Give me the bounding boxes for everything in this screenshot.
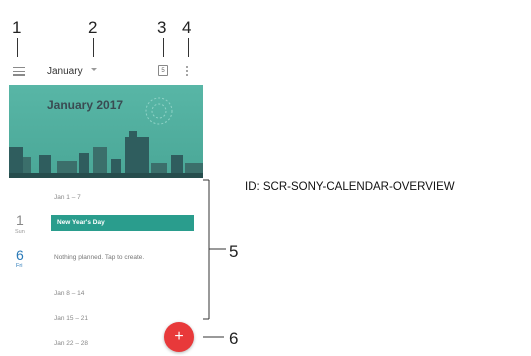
menu-icon[interactable] — [13, 67, 25, 76]
callout-3: 3 — [157, 18, 167, 37]
week-header: Jan 15 – 21 — [54, 315, 88, 322]
callout-4: 4 — [182, 18, 192, 37]
overflow-menu-icon[interactable] — [186, 66, 189, 78]
event-card[interactable]: New Year's Day — [51, 215, 194, 231]
day-number: 1 — [16, 212, 24, 228]
week-header: Jan 8 – 14 — [54, 290, 85, 297]
callout-2: 2 — [88, 18, 98, 37]
month-selector[interactable]: January — [47, 66, 83, 77]
empty-day-prompt[interactable]: Nothing planned. Tap to create. — [54, 254, 144, 261]
callout-1: 1 — [12, 18, 22, 37]
dropdown-caret-icon[interactable] — [91, 68, 97, 71]
today-icon[interactable]: 5 — [158, 65, 168, 76]
week-header: Jan 22 – 28 — [54, 340, 88, 347]
figure-id: ID: SCR-SONY-CALENDAR-OVERVIEW — [245, 181, 455, 193]
app-bar: January 5 — [3, 57, 203, 85]
week-header: Jan 1 – 7 — [54, 194, 81, 201]
day-name: Sun — [15, 229, 25, 235]
phone-screen: January 5 January 2017 Jan 1 – 7 1 Sun N… — [3, 57, 203, 356]
callout-6: 6 — [229, 329, 239, 348]
day-number: 6 — [16, 247, 24, 263]
add-event-button[interactable]: + — [164, 322, 194, 352]
month-banner: January 2017 — [9, 85, 203, 178]
day-name: Fri — [16, 263, 23, 269]
skyline-illustration — [9, 97, 203, 178]
